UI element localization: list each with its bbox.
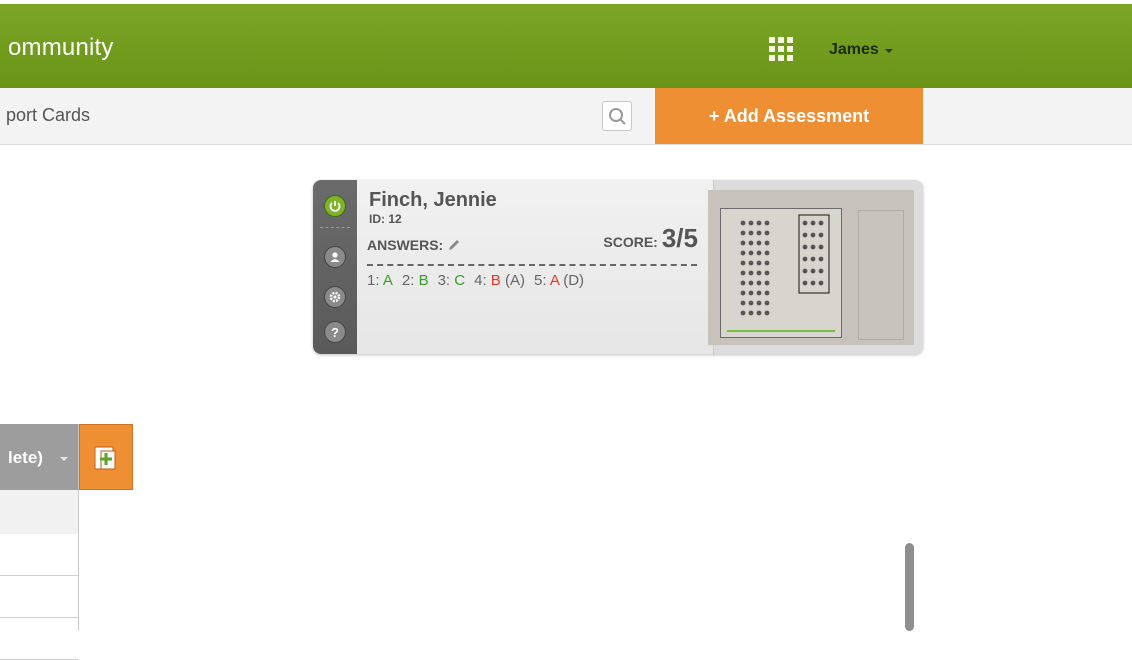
user-icon[interactable] (324, 246, 346, 268)
table-row[interactable] (0, 576, 78, 618)
brand-name[interactable]: ommunity (8, 34, 114, 62)
toolbar-divider (320, 227, 350, 228)
table-header-label: lete) (8, 448, 43, 467)
answer-item: 1: A (367, 272, 393, 289)
chevron-down-icon (60, 457, 68, 461)
student-result-card: ? Finch, Jennie ID: 12 ANSWERS: SCORE: 3… (313, 180, 923, 354)
add-assessment-button[interactable]: + Add Assessment (655, 88, 923, 144)
scanned-sheet-edge (858, 210, 904, 340)
answer-list: 1: A 2: B 3: C 4: B (A) 5: A (D) (367, 272, 584, 289)
table-row[interactable] (0, 618, 78, 660)
answers-label-group: ANSWERS: (367, 237, 461, 253)
answer-item: 4: B (A) (474, 272, 525, 289)
table-row[interactable] (0, 490, 78, 535)
user-menu[interactable]: James (829, 41, 893, 59)
score-label: SCORE: (603, 234, 658, 250)
scrollbar[interactable] (905, 543, 914, 631)
card-details: Finch, Jennie ID: 12 ANSWERS: SCORE: 3/5… (357, 180, 714, 354)
table-row[interactable] (0, 534, 78, 576)
chevron-down-icon (884, 49, 893, 53)
dashed-divider (367, 264, 697, 266)
page-title: port Cards (6, 105, 91, 125)
scanned-sheet (720, 208, 842, 338)
search-button[interactable] (602, 101, 632, 131)
power-icon[interactable] (324, 195, 346, 217)
sub-navigation: port Cards + Add Assessment (0, 88, 1132, 145)
top-header: ommunity James (0, 0, 1132, 88)
score-value: 3/5 (661, 223, 698, 253)
student-name: Finch, Jennie (369, 189, 497, 211)
results-table: lete) (0, 424, 79, 660)
answers-label: ANSWERS: (367, 237, 444, 253)
help-icon[interactable]: ? (324, 321, 346, 343)
card-toolbar: ? (313, 180, 357, 354)
answer-sheet-thumbnail[interactable] (708, 190, 914, 345)
export-icon (94, 446, 116, 470)
answer-item: 2: B (401, 272, 429, 289)
answer-item: 5: A (D) (533, 272, 585, 289)
export-button[interactable] (79, 424, 133, 490)
pencil-icon[interactable] (447, 238, 461, 252)
search-icon (609, 108, 626, 125)
apps-grid-icon[interactable] (769, 37, 793, 61)
table-header[interactable]: lete) (0, 424, 78, 490)
user-name: James (829, 41, 879, 58)
gear-icon[interactable] (324, 286, 346, 308)
score: SCORE: 3/5 (603, 223, 698, 254)
answer-item: 3: C (437, 272, 466, 289)
student-id: ID: 12 (369, 212, 402, 226)
